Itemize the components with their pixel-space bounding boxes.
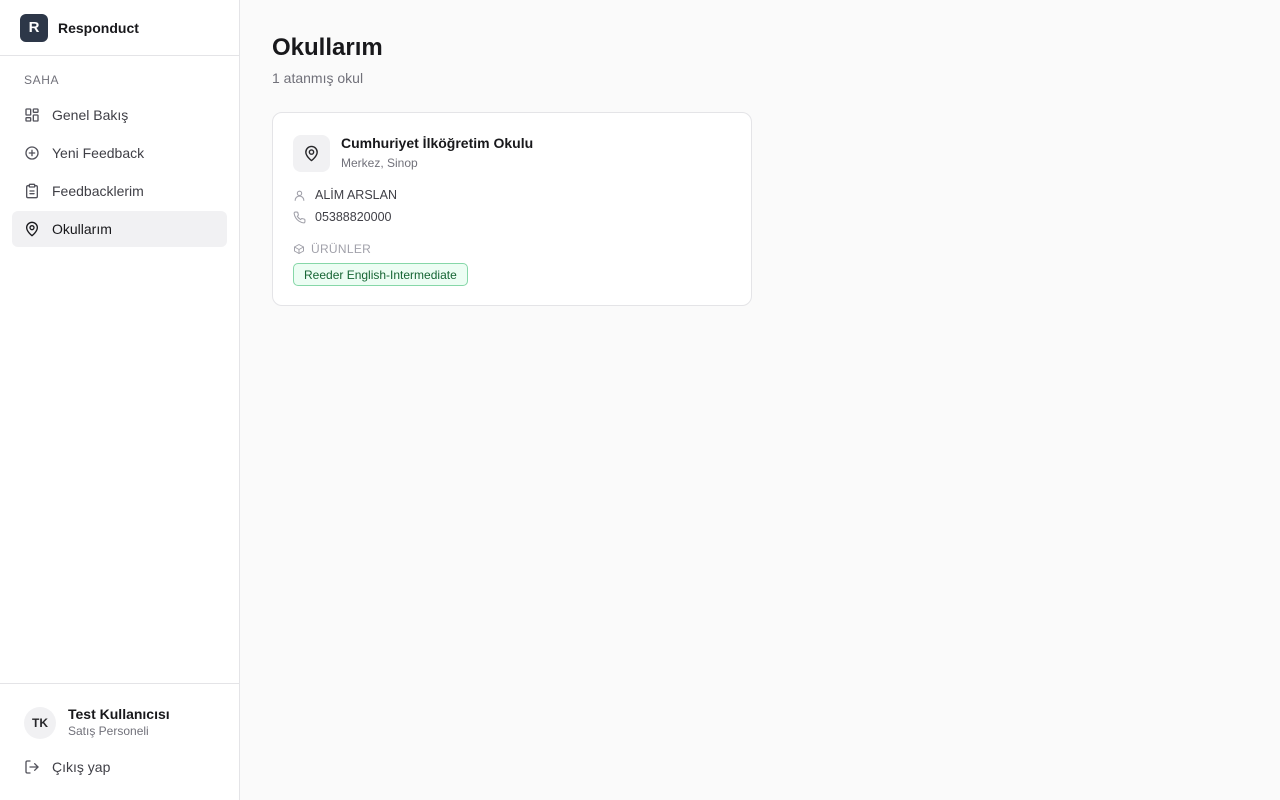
logout-label: Çıkış yap (52, 759, 111, 775)
school-card[interactable]: Cumhuriyet İlköğretim Okulu Merkez, Sino… (272, 112, 752, 306)
user-profile[interactable]: TK Test Kullanıcısı Satış Personeli (0, 684, 239, 739)
school-icon-box (293, 135, 330, 172)
school-contact: ALİM ARSLAN (293, 188, 397, 202)
page-subtitle: 1 atanmış okul (272, 70, 364, 86)
sidebar-item-label: Yeni Feedback (52, 145, 145, 161)
products-label-text: ÜRÜNLER (311, 242, 372, 256)
products-label: ÜRÜNLER (293, 242, 371, 256)
main-content: Okullarım 1 atanmış okul Cumhuriyet İlkö… (240, 0, 1280, 800)
user-info: Test Kullanıcısı Satış Personeli (68, 706, 170, 739)
page-title: Okullarım (272, 34, 383, 61)
brand[interactable]: R Responduct (0, 0, 239, 56)
school-name: Cumhuriyet İlköğretim Okulu (341, 135, 534, 151)
sidebar-nav: Genel Bakış Yeni Feedback Feedbacklerim … (12, 97, 227, 249)
sidebar-item-label: Genel Bakış (52, 107, 129, 123)
sidebar-footer: TK Test Kullanıcısı Satış Personeli Çıkı… (0, 683, 239, 775)
contact-name: ALİM ARSLAN (315, 188, 397, 202)
school-location: Merkez, Sinop (341, 156, 418, 170)
phone-icon (293, 211, 306, 223)
package-icon (294, 244, 304, 254)
nav-section-label: SAHA (24, 73, 60, 87)
sidebar-item-genel-bakis[interactable]: Genel Bakış (12, 97, 227, 133)
product-tag: Reeder English-Intermediate (293, 263, 468, 286)
brand-logo: R (20, 13, 48, 42)
sidebar-item-label: Okullarım (52, 221, 112, 237)
sidebar-item-okullarim[interactable]: Okullarım (12, 211, 227, 247)
avatar: TK (24, 706, 56, 739)
user-name: Test Kullanıcısı (68, 706, 170, 722)
plus-circle-icon (25, 146, 39, 160)
sidebar-item-label: Feedbacklerim (52, 183, 144, 199)
sidebar: R Responduct SAHA Genel Bakış Yeni Feedb… (0, 0, 240, 800)
phone-number: 05388820000 (315, 210, 392, 224)
logout-button[interactable]: Çıkış yap (24, 759, 239, 775)
layout-grid-icon (25, 108, 39, 122)
user-role: Satış Personeli (68, 724, 149, 738)
log-out-icon (25, 760, 39, 774)
user-icon (294, 190, 305, 201)
brand-name: Responduct (58, 19, 139, 36)
sidebar-item-yeni-feedback[interactable]: Yeni Feedback (12, 135, 227, 171)
sidebar-item-feedbacklerim[interactable]: Feedbacklerim (12, 173, 227, 209)
map-pin-icon (305, 145, 318, 162)
clipboard-list-icon (26, 183, 38, 199)
map-pin-icon (26, 221, 38, 237)
school-phone: 05388820000 (293, 210, 391, 224)
